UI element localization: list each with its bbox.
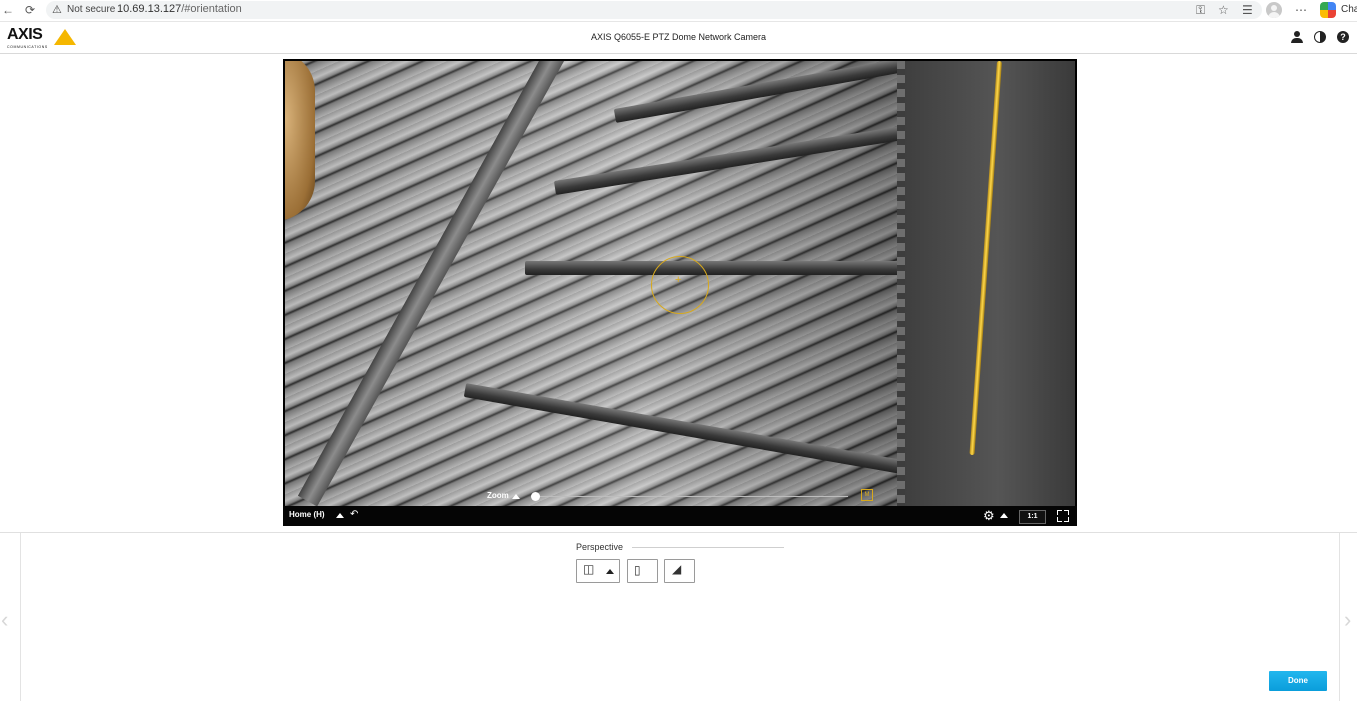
page-title: AXIS Q6055-E PTZ Dome Network Camera	[590, 32, 767, 42]
live-video-stream[interactable]: Zoom M	[285, 61, 1075, 506]
zoom-max-icon[interactable]: M	[861, 489, 873, 501]
video-viewer: Zoom M Home (H) ↶ ⚙ 1:1	[283, 59, 1077, 526]
tilt-bar-icon: ▯	[634, 563, 641, 577]
ratio-button[interactable]: 1:1	[1019, 510, 1046, 524]
key-icon[interactable]: ⚿	[1196, 3, 1205, 18]
angle-icon: ◢	[672, 562, 682, 576]
return-icon[interactable]: ↶	[350, 509, 358, 520]
settings-icon[interactable]: ⚙	[983, 508, 995, 524]
reload-icon[interactable]: ⟳	[25, 3, 35, 17]
panel-right-border	[1339, 533, 1340, 701]
url-host: 10.69.13.127	[117, 3, 182, 15]
address-bar[interactable]: ⚠ Not secure 10.69.13.127/#orientation ⚿…	[46, 1, 1262, 19]
bookmarks-icon[interactable]: ☰	[1242, 3, 1253, 17]
menu-icon[interactable]: ⋯	[1295, 3, 1307, 17]
browser-toolbar: ← ⟳ ⚠ Not secure 10.69.13.127/#orientati…	[0, 0, 1357, 22]
fullscreen-icon[interactable]	[1057, 510, 1069, 522]
user-icon[interactable]	[1290, 30, 1304, 44]
chevron-left-icon[interactable]: ‹	[1, 607, 8, 633]
perspective-mode-button[interactable]: ◫	[576, 559, 620, 583]
section-divider	[632, 547, 784, 548]
zoom-slider-track[interactable]	[535, 496, 848, 497]
video-control-bar: Home (H) ↶ ⚙ 1:1	[283, 506, 1077, 526]
zoom-slider-knob[interactable]	[530, 492, 540, 501]
perspective-caret-icon	[606, 569, 614, 574]
back-icon[interactable]: ←	[2, 3, 14, 17]
section-title: Perspective	[576, 542, 624, 552]
orientation-panel: ‹ › Perspective ◫ ▯ ◢ Done	[0, 532, 1357, 701]
done-button[interactable]: Done	[1269, 671, 1327, 691]
chat-label[interactable]: Chat	[1341, 4, 1357, 15]
home-preset-button[interactable]: Home (H)	[289, 510, 325, 519]
video-wall	[905, 61, 1075, 506]
video-worker	[285, 61, 315, 221]
url-path: /#orientation	[181, 3, 242, 15]
star-icon[interactable]: ☆	[1218, 3, 1229, 17]
perspective-box-icon: ◫	[583, 562, 595, 576]
perspective-tilt-button[interactable]: ▯	[627, 559, 658, 583]
panel-left-border	[20, 533, 21, 701]
app-header: AXIS COMMUNICATIONS AXIS Q6055-E PTZ Dom…	[0, 22, 1357, 54]
preset-caret-icon[interactable]	[336, 513, 344, 518]
security-label[interactable]: Not secure	[67, 4, 115, 15]
settings-caret-icon[interactable]	[1000, 513, 1008, 518]
url-text[interactable]: 10.69.13.127/#orientation	[117, 3, 242, 15]
zoom-label[interactable]: Zoom	[487, 491, 509, 500]
center-reticle	[651, 256, 709, 314]
warning-icon[interactable]: ⚠	[52, 3, 62, 16]
logo-subtext: COMMUNICATIONS	[7, 45, 48, 49]
profile-avatar[interactable]	[1266, 2, 1282, 18]
zoom-caret-icon[interactable]	[512, 494, 520, 499]
chat-logo-icon[interactable]	[1320, 2, 1336, 18]
perspective-angle-button[interactable]: ◢	[664, 559, 695, 583]
chevron-right-icon[interactable]: ›	[1344, 607, 1351, 633]
contrast-icon[interactable]	[1314, 31, 1326, 43]
help-icon[interactable]: ?	[1337, 31, 1349, 43]
